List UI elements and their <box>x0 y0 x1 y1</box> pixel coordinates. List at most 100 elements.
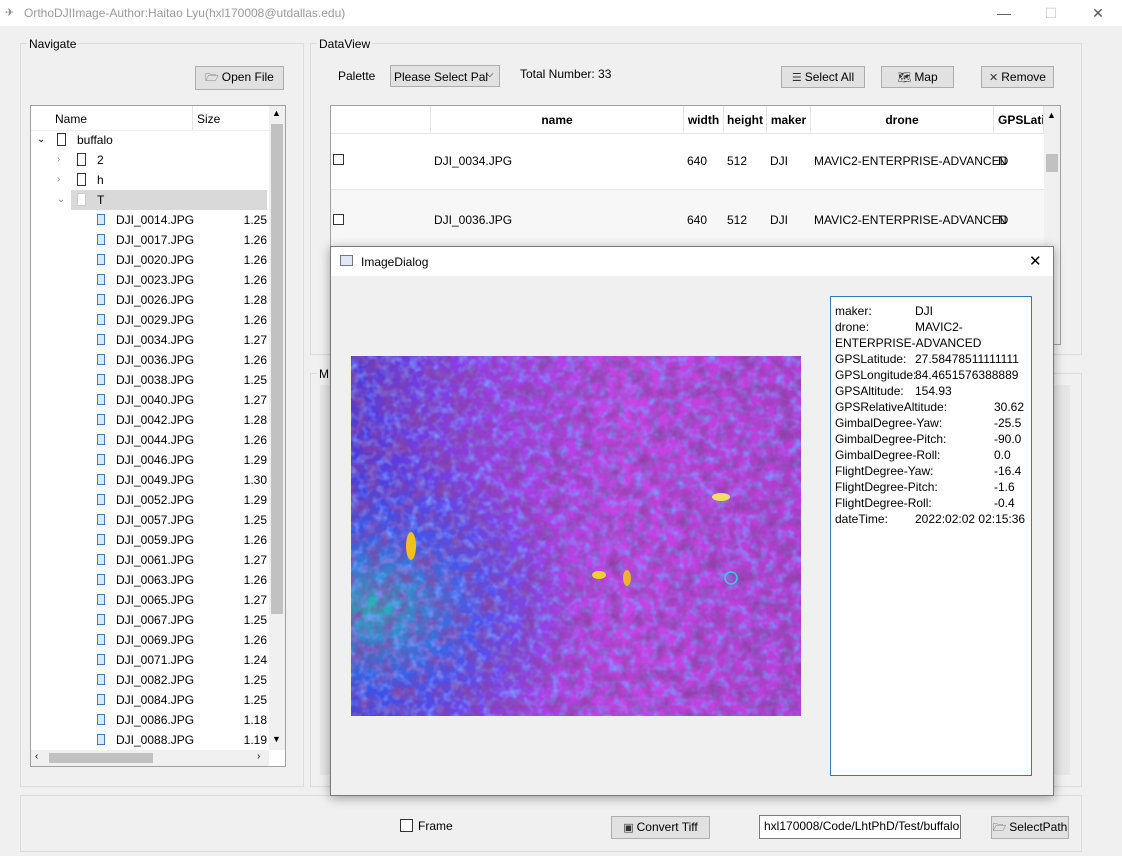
tree-item-file[interactable]: DJI_0040.JPG 1.27 <box>31 390 269 410</box>
file-size: 1.19 <box>243 733 267 747</box>
tree-item-file[interactable]: DJI_0049.JPG 1.30 <box>31 470 269 490</box>
hotspot <box>592 571 606 579</box>
col-name-header[interactable]: Name <box>55 112 87 126</box>
tree-item-file[interactable]: DJI_0044.JPG 1.26 <box>31 430 269 450</box>
tree-item-folder[interactable]: › 2 <box>31 150 269 170</box>
tree-item-file[interactable]: DJI_0057.JPG 1.25 <box>31 510 269 530</box>
file-name: DJI_0088.JPG <box>116 733 195 747</box>
file-name: DJI_0086.JPG <box>116 713 195 727</box>
tree-vscroll-thumb[interactable] <box>271 124 283 614</box>
tree-item-file[interactable]: DJI_0034.JPG 1.27 <box>31 330 269 350</box>
col-width-header[interactable]: width <box>684 106 724 134</box>
tree-hscroll[interactable]: ‹ › <box>31 750 269 766</box>
select-all-button[interactable]: ☰ Select All <box>781 66 865 88</box>
tree-item-file[interactable]: DJI_0059.JPG 1.26 <box>31 530 269 550</box>
tree-item-file[interactable]: DJI_0046.JPG 1.29 <box>31 450 269 470</box>
col-maker-header[interactable]: maker <box>767 106 811 134</box>
maximize-button[interactable]: ☐ <box>1028 0 1074 26</box>
hotspot <box>712 493 730 501</box>
row-checkbox[interactable] <box>333 214 344 225</box>
select-path-button[interactable]: 🗁 SelectPath <box>991 816 1069 839</box>
tree-item-file[interactable]: DJI_0017.JPG 1.26 <box>31 230 269 250</box>
image-file-icon <box>97 534 105 545</box>
metadata-value: MAVIC2- <box>915 320 963 334</box>
tree-item-file[interactable]: DJI_0052.JPG 1.29 <box>31 490 269 510</box>
convert-tiff-label: Convert Tiff <box>636 820 698 834</box>
cell-gpslat: N <box>998 154 1007 168</box>
tree-item-folder[interactable]: ⌄ T <box>57 190 267 210</box>
col-name-header[interactable]: name <box>431 106 684 134</box>
metadata-key: GimbalDegree-Roll: <box>835 448 941 462</box>
image-file-icon <box>97 594 105 605</box>
scroll-down-icon[interactable]: ▼ <box>272 734 281 744</box>
col-drone-header[interactable]: drone <box>811 106 994 134</box>
image-file-icon <box>97 734 105 745</box>
tree-item-file[interactable]: DJI_0065.JPG 1.27 <box>31 590 269 610</box>
image-file-icon <box>97 414 105 425</box>
palette-select[interactable]: Please Select Pal ⌵ <box>390 65 500 87</box>
col-gpslat-header[interactable]: GPSLati <box>994 106 1044 134</box>
tree-item-file[interactable]: DJI_0036.JPG 1.26 <box>31 350 269 370</box>
image-file-icon <box>97 474 105 485</box>
remove-button[interactable]: ✕ Remove <box>981 66 1054 88</box>
tree-item-file[interactable]: DJI_0071.JPG 1.24 <box>31 650 269 670</box>
chevron-right-icon[interactable]: › <box>57 150 60 170</box>
table-row[interactable]: DJI_0034.JPG 640 512 DJI MAVIC2-ENTERPRI… <box>331 134 1044 190</box>
tree-item-file[interactable]: DJI_0023.JPG 1.26 <box>31 270 269 290</box>
map-button[interactable]: 🗺 Map <box>881 66 954 88</box>
row-checkbox[interactable] <box>333 154 344 165</box>
file-name: DJI_0065.JPG <box>116 593 195 607</box>
table-vscroll-thumb[interactable] <box>1046 154 1058 172</box>
file-tree[interactable]: Name Size ⌄ buffalo › 2 › h ⌄ T DJI_0014.JPG 1.25… <box>30 105 286 767</box>
tree-item-file[interactable]: DJI_0086.JPG 1.18 <box>31 710 269 730</box>
close-button[interactable]: ✕ <box>1075 0 1121 26</box>
tree-item-file[interactable]: DJI_0014.JPG 1.25 <box>31 210 269 230</box>
tree-item-file[interactable]: DJI_0061.JPG 1.27 <box>31 550 269 570</box>
select-path-label: SelectPath <box>1009 820 1068 834</box>
image-file-icon <box>97 394 105 405</box>
tree-item-file[interactable]: DJI_0088.JPG 1.19 <box>31 730 269 750</box>
scroll-up-icon[interactable]: ▲ <box>272 108 281 118</box>
path-input[interactable]: hxl170008/Code/LhtPhD/Test/buffalo <box>759 815 961 839</box>
scroll-right-icon[interactable]: › <box>257 751 260 762</box>
col-height-header[interactable]: height <box>724 106 767 134</box>
folder-icon: 🗁 <box>992 822 1007 834</box>
tree-vscroll[interactable]: ▲ ▼ <box>269 106 285 750</box>
tree-item-file[interactable]: DJI_0067.JPG 1.25 <box>31 610 269 630</box>
window-title: OrthoDJIImage-Author:Haitao Lyu(hxl17000… <box>24 6 346 20</box>
metadata-key: FlightDegree-Roll: <box>835 496 932 510</box>
tree-item-root[interactable]: ⌄ buffalo <box>31 130 269 150</box>
tree-item-file[interactable]: DJI_0029.JPG 1.26 <box>31 310 269 330</box>
tree-item-file[interactable]: DJI_0020.JPG 1.26 <box>31 250 269 270</box>
convert-tiff-button[interactable]: ▣ Convert Tiff <box>611 816 710 839</box>
cell-drone: MAVIC2-ENTERPRISE-ADVANCED <box>814 213 1009 227</box>
col-size-header[interactable]: Size <box>197 112 220 126</box>
scroll-left-icon[interactable]: ‹ <box>35 751 38 762</box>
tree-item-file[interactable]: DJI_0084.JPG 1.25 <box>31 690 269 710</box>
chevron-right-icon[interactable]: › <box>57 170 60 190</box>
dialog-close-button[interactable]: ✕ <box>1029 252 1042 270</box>
image-file-icon <box>97 554 105 565</box>
chevron-down-icon[interactable]: ⌄ <box>37 130 45 150</box>
tree-item-folder[interactable]: › h <box>31 170 269 190</box>
frame-checkbox[interactable] <box>400 819 413 832</box>
tree-item-file[interactable]: DJI_0042.JPG 1.28 <box>31 410 269 430</box>
minimize-button[interactable]: — <box>981 0 1027 26</box>
tree-item-file[interactable]: DJI_0082.JPG 1.25 <box>31 670 269 690</box>
tree-item-file[interactable]: DJI_0069.JPG 1.26 <box>31 630 269 650</box>
tree-item-file[interactable]: DJI_0026.JPG 1.28 <box>31 290 269 310</box>
image-file-icon <box>97 494 105 505</box>
image-file-icon <box>97 614 105 625</box>
open-file-button[interactable]: 🗁 Open File <box>195 66 284 90</box>
file-size: 1.27 <box>243 393 267 407</box>
tree-hscroll-thumb[interactable] <box>49 753 153 763</box>
scroll-up-icon[interactable]: ▲ <box>1047 110 1056 120</box>
file-name: DJI_0034.JPG <box>116 333 195 347</box>
tree-item-file[interactable]: DJI_0038.JPG 1.25 <box>31 370 269 390</box>
chevron-down-icon[interactable]: ⌄ <box>57 190 65 210</box>
tree-label: buffalo <box>77 133 113 147</box>
metadata-value: 2022:02:02 02:15:36 <box>915 512 1026 526</box>
tree-item-file[interactable]: DJI_0063.JPG 1.26 <box>31 570 269 590</box>
file-name: DJI_0082.JPG <box>116 673 195 687</box>
table-row[interactable]: DJI_0036.JPG 640 512 DJI MAVIC2-ENTERPRI… <box>331 190 1044 250</box>
